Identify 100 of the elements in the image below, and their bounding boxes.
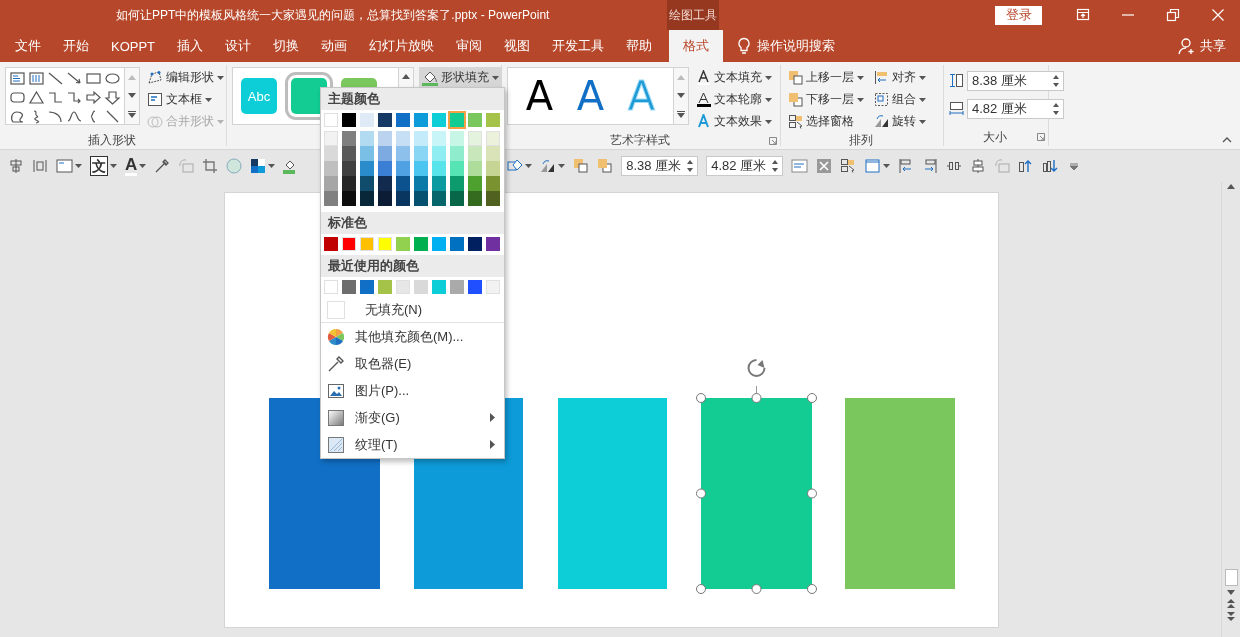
scroll-down-icon[interactable] bbox=[677, 92, 685, 98]
curve-icon[interactable] bbox=[66, 109, 83, 124]
dialog-launcher-icon[interactable] bbox=[769, 136, 777, 145]
ribbon-tab[interactable]: 动画 bbox=[310, 30, 359, 62]
color-swatch[interactable] bbox=[486, 113, 500, 127]
wordart-style-button[interactable]: A bbox=[525, 76, 554, 116]
color-swatch[interactable] bbox=[378, 176, 392, 191]
ribbon-tab[interactable]: KOPPT bbox=[100, 30, 167, 62]
color-swatch[interactable] bbox=[360, 191, 374, 206]
ribbon-button[interactable]: 文本框 bbox=[145, 89, 226, 110]
caret-icon[interactable] bbox=[75, 164, 82, 168]
color-swatch[interactable] bbox=[342, 113, 356, 127]
color-swatch[interactable] bbox=[432, 280, 446, 294]
color-swatch[interactable] bbox=[450, 191, 464, 206]
color-swatch[interactable] bbox=[342, 146, 356, 161]
spinner-icon[interactable] bbox=[1053, 102, 1059, 115]
ribbon-tab[interactable]: 插入 bbox=[166, 30, 215, 62]
color-swatch[interactable] bbox=[432, 113, 446, 127]
color-swatch[interactable] bbox=[378, 237, 392, 251]
selection-handles[interactable] bbox=[695, 356, 818, 595]
ribbon-tab[interactable]: 文件 bbox=[4, 30, 52, 62]
scroll-down-icon[interactable] bbox=[1227, 590, 1235, 595]
color-swatch[interactable] bbox=[468, 191, 482, 206]
ribbon-display-icon[interactable] bbox=[1075, 8, 1090, 22]
color-swatch[interactable] bbox=[342, 280, 356, 294]
ribbon-tab[interactable]: 切换 bbox=[262, 30, 311, 62]
restore-icon[interactable] bbox=[1165, 8, 1180, 22]
color-swatch[interactable] bbox=[468, 131, 482, 146]
color-swatch[interactable] bbox=[486, 146, 500, 161]
text-box-icon[interactable] bbox=[791, 158, 809, 174]
color-swatch[interactable] bbox=[378, 113, 392, 127]
freeform-icon[interactable] bbox=[9, 109, 26, 124]
caret-icon[interactable] bbox=[765, 97, 772, 102]
color-swatch[interactable] bbox=[468, 146, 482, 161]
previous-slide-icon[interactable] bbox=[1227, 599, 1235, 608]
triangle-icon[interactable] bbox=[28, 90, 45, 105]
color-swatch[interactable] bbox=[450, 161, 464, 176]
caret-icon[interactable] bbox=[492, 75, 499, 80]
bring-forward-icon[interactable] bbox=[573, 158, 590, 174]
ribbon-tab[interactable]: 审阅 bbox=[445, 30, 494, 62]
color-swatch[interactable] bbox=[432, 176, 446, 191]
ribbon-button[interactable]: 组合 bbox=[872, 89, 928, 110]
person-icon[interactable] bbox=[1178, 37, 1196, 55]
menu-item[interactable]: 渐变(G) bbox=[321, 404, 504, 431]
font-color-button[interactable]: A bbox=[125, 156, 138, 176]
more-icon[interactable] bbox=[677, 110, 685, 118]
color-swatch[interactable] bbox=[414, 176, 428, 191]
caret-icon[interactable] bbox=[217, 75, 224, 80]
color-swatch[interactable] bbox=[360, 161, 374, 176]
ribbon-button[interactable]: 文本轮廓 bbox=[694, 89, 774, 110]
color-swatch[interactable] bbox=[450, 176, 464, 191]
size-field[interactable]: 8.38 厘米 bbox=[621, 156, 699, 176]
send-backward-icon[interactable] bbox=[597, 158, 614, 174]
color-swatch[interactable] bbox=[360, 280, 374, 294]
color-swatch[interactable] bbox=[360, 237, 374, 251]
ribbon-button[interactable]: 上移一层 bbox=[786, 67, 866, 88]
color-swatch[interactable] bbox=[342, 176, 356, 191]
color-swatch[interactable] bbox=[396, 191, 410, 206]
color-swatch[interactable] bbox=[324, 237, 338, 251]
color-swatch[interactable] bbox=[468, 176, 482, 191]
down-arrow-icon[interactable] bbox=[104, 90, 121, 105]
color-swatch[interactable] bbox=[432, 191, 446, 206]
menu-item[interactable]: 无填充(N) bbox=[321, 298, 504, 322]
color-swatch[interactable] bbox=[432, 131, 446, 146]
color-swatch[interactable] bbox=[396, 237, 410, 251]
paint-bucket-icon[interactable] bbox=[283, 158, 296, 174]
circle-icon[interactable] bbox=[226, 158, 243, 174]
color-swatch[interactable] bbox=[324, 146, 338, 161]
send-to-back-icon[interactable] bbox=[1042, 158, 1059, 174]
color-swatch[interactable] bbox=[378, 146, 392, 161]
color-swatch[interactable] bbox=[468, 113, 482, 127]
color-swatch[interactable] bbox=[450, 146, 464, 161]
color-swatch[interactable] bbox=[486, 237, 500, 251]
frame-icon[interactable] bbox=[864, 158, 882, 174]
menu-item[interactable]: 纹理(T) bbox=[321, 431, 504, 458]
search-hint[interactable]: 操作说明搜索 bbox=[757, 30, 836, 62]
caret-icon[interactable] bbox=[857, 75, 864, 80]
scroll-down-icon[interactable] bbox=[128, 92, 136, 98]
size-field[interactable]: 4.82 厘米 bbox=[706, 156, 784, 176]
ribbon-tab[interactable]: 设计 bbox=[214, 30, 263, 62]
menu-item[interactable]: 图片(P)... bbox=[321, 377, 504, 404]
share-button[interactable]: 共享 bbox=[1196, 30, 1240, 62]
color-swatch[interactable] bbox=[396, 161, 410, 176]
color-swatch[interactable] bbox=[486, 176, 500, 191]
align-right-icon[interactable] bbox=[922, 158, 939, 174]
caret-icon[interactable] bbox=[919, 97, 926, 102]
collapse-ribbon-icon[interactable] bbox=[1222, 137, 1232, 143]
caret-icon[interactable] bbox=[765, 75, 772, 80]
text-direction-button[interactable]: 文 bbox=[90, 156, 108, 176]
color-swatch[interactable] bbox=[432, 161, 446, 176]
color-swatch[interactable] bbox=[432, 237, 446, 251]
text-box-icon[interactable] bbox=[9, 71, 26, 86]
caret-icon[interactable] bbox=[139, 164, 147, 168]
color-swatch[interactable] bbox=[468, 280, 482, 294]
color-swatch[interactable] bbox=[324, 191, 338, 206]
color-swatch[interactable] bbox=[360, 146, 374, 161]
next-slide-icon[interactable] bbox=[1227, 612, 1235, 621]
right-arrow-icon[interactable] bbox=[85, 90, 102, 105]
caret-icon[interactable] bbox=[919, 119, 926, 124]
color-swatch[interactable] bbox=[378, 191, 392, 206]
